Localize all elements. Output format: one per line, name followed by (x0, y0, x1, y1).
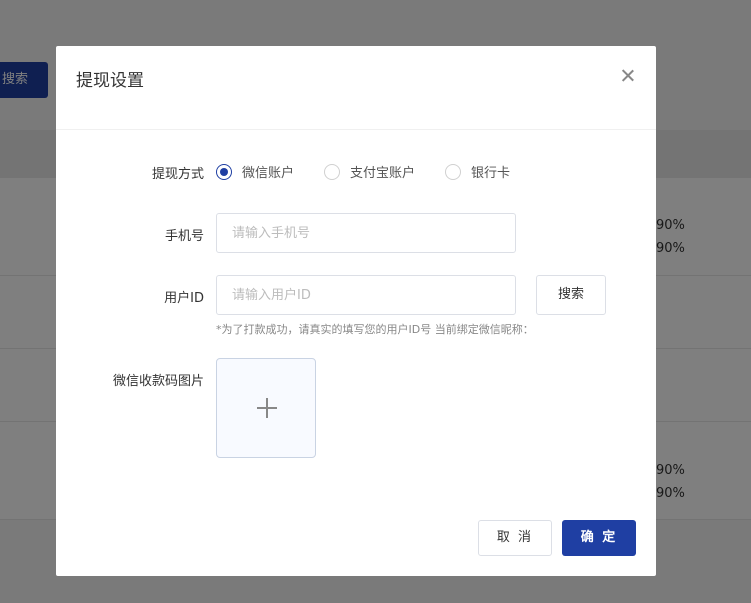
qr-code-image-label: 微信收款码图片 (112, 374, 204, 389)
phone-label: 手机号 (164, 229, 204, 244)
confirm-button[interactable]: 确 定 (562, 520, 636, 556)
radio-label: 银行卡 (471, 166, 511, 181)
phone-input[interactable] (216, 213, 516, 253)
withdraw-method-radio-group: 微信账户 支付宝账户 银行卡 (216, 162, 540, 181)
dialog-header: 提现设置 (56, 46, 656, 130)
radio-bank-card[interactable]: 银行卡 (445, 162, 510, 181)
user-id-hint: *为了打款成功，请真实的填写您的用户ID号 当前绑定微信昵称： (216, 323, 534, 336)
radio-wechat-account[interactable]: 微信账户 (216, 162, 294, 181)
radio-alipay-account[interactable]: 支付宝账户 (324, 162, 415, 181)
radio-unchecked-icon[interactable] (324, 163, 341, 180)
user-search-button[interactable]: 搜索 (536, 275, 606, 315)
user-id-input[interactable] (216, 275, 516, 315)
withdraw-settings-dialog: 提现设置 提现方式 微信账户 支付宝账户 银行卡 手机号 用户ID 搜索 *为了… (56, 46, 656, 576)
dialog-title: 提现设置 (76, 71, 144, 91)
cancel-button[interactable]: 取 消 (478, 520, 552, 556)
withdraw-method-label: 提现方式 (151, 167, 204, 182)
plus-icon (257, 398, 277, 418)
close-icon[interactable] (620, 68, 636, 84)
radio-unchecked-icon[interactable] (445, 163, 462, 180)
radio-label: 微信账户 (242, 166, 295, 181)
radio-label: 支付宝账户 (350, 166, 416, 181)
qr-code-upload[interactable] (216, 358, 316, 458)
radio-checked-icon[interactable] (216, 163, 232, 180)
user-id-label: 用户ID (164, 291, 204, 306)
